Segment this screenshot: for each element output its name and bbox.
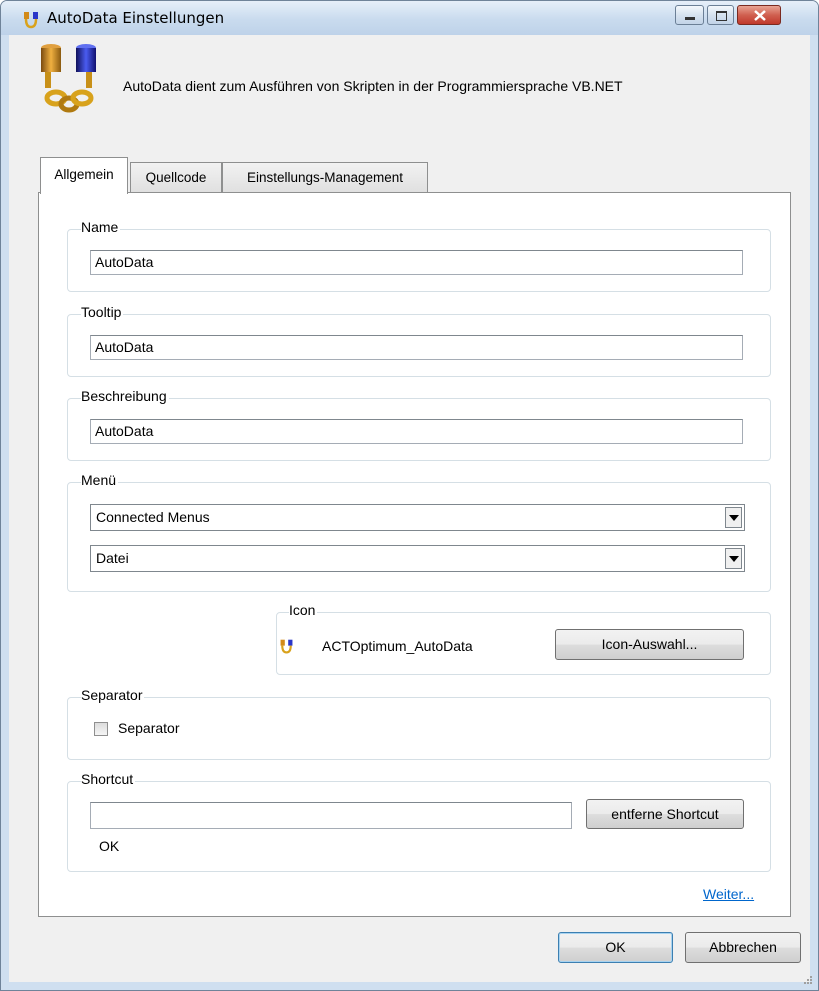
separator-group-label: Separator xyxy=(81,687,145,703)
menu-type-value: Connected Menus xyxy=(96,509,210,525)
minimize-icon xyxy=(685,17,695,20)
more-link[interactable]: Weiter... xyxy=(703,886,754,902)
maximize-icon xyxy=(716,11,727,21)
close-button[interactable] xyxy=(737,5,781,25)
ok-button[interactable]: OK xyxy=(558,932,673,963)
autodata-icon-preview-icon xyxy=(280,639,293,654)
separator-checkbox-label[interactable]: Separator xyxy=(118,720,179,736)
chevron-down-icon[interactable] xyxy=(725,548,742,569)
description-input[interactable]: AutoData xyxy=(90,419,743,444)
name-input[interactable]: AutoData xyxy=(90,250,743,275)
icon-name-text: ACTOptimum_AutoData xyxy=(322,638,473,654)
name-group-label: Name xyxy=(81,219,121,235)
chevron-down-icon[interactable] xyxy=(725,507,742,528)
menu-item-select[interactable]: Datei xyxy=(90,545,745,572)
tab-quellcode[interactable]: Quellcode xyxy=(130,162,222,192)
autodata-app-icon xyxy=(24,12,38,29)
tab-panel-allgemein: Name AutoData Tooltip AutoData Beschreib… xyxy=(38,192,791,917)
menu-item-value: Datei xyxy=(96,550,129,566)
tab-einstellungs-management[interactable]: Einstellungs-Management xyxy=(222,162,428,192)
separator-checkbox[interactable] xyxy=(94,722,108,736)
shortcut-status-text: OK xyxy=(99,838,120,854)
tab-allgemein[interactable]: Allgemein xyxy=(40,157,128,194)
icon-select-button[interactable]: Icon-Auswahl... xyxy=(555,629,744,660)
autodata-logo-icon xyxy=(41,44,96,113)
shortcut-group-label: Shortcut xyxy=(81,771,136,787)
minimize-button[interactable] xyxy=(675,5,704,25)
icon-group-label: Icon xyxy=(289,602,318,618)
remove-shortcut-button[interactable]: entferne Shortcut xyxy=(586,799,744,829)
shortcut-input[interactable] xyxy=(90,802,572,829)
description-group-label: Beschreibung xyxy=(81,388,169,404)
maximize-button[interactable] xyxy=(707,5,734,25)
cancel-button[interactable]: Abbrechen xyxy=(685,932,801,963)
menu-group xyxy=(67,482,771,592)
resize-grip-icon[interactable] xyxy=(803,975,813,985)
title-bar[interactable]: AutoData Einstellungen xyxy=(1,1,818,35)
menu-group-label: Menü xyxy=(81,472,119,488)
intro-text: AutoData dient zum Ausführen von Skripte… xyxy=(123,78,623,94)
window-title: AutoData Einstellungen xyxy=(47,9,225,27)
tooltip-input[interactable]: AutoData xyxy=(90,335,743,360)
menu-type-select[interactable]: Connected Menus xyxy=(90,504,745,531)
close-icon xyxy=(754,10,766,21)
tooltip-group-label: Tooltip xyxy=(81,304,124,320)
